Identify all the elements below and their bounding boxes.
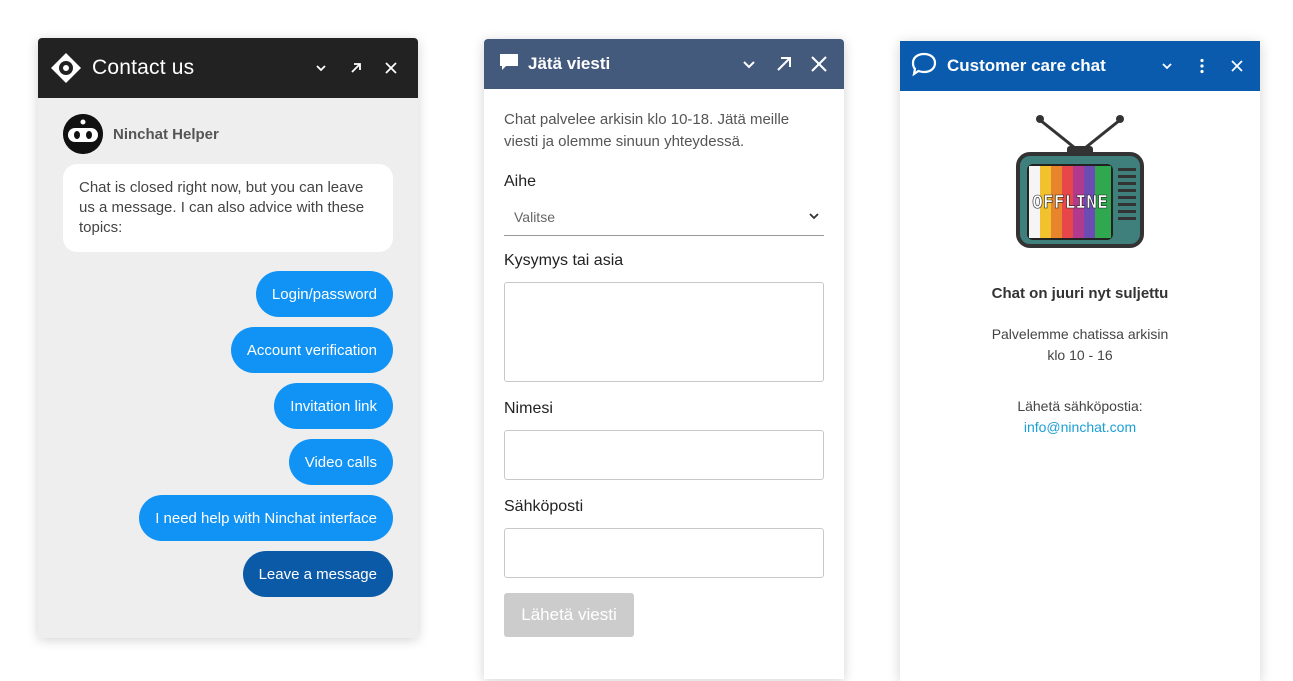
intro-text: Chat palvelee arkisin klo 10-18. Jätä me… — [504, 111, 790, 150]
topic-options: Login/password Account verification Invi… — [139, 271, 393, 607]
subject-select-value: Valitse — [514, 209, 555, 225]
question-label: Kysymys tai asia — [504, 252, 624, 269]
agent-name: Ninchat Helper — [113, 125, 219, 143]
ninchat-logo-icon — [50, 52, 82, 84]
option-account-verification-button[interactable]: Account verification — [230, 327, 393, 373]
ninja-avatar-icon — [63, 114, 103, 154]
tv-offline-label: OFFLINE — [1032, 192, 1108, 214]
svg-text:OFFLINE: OFFLINE — [1032, 192, 1108, 213]
close-icon[interactable] — [804, 49, 834, 79]
email-link[interactable]: info@ninchat.com — [900, 419, 1260, 435]
widget-title: Customer care chat — [947, 56, 1106, 75]
speech-bubble-icon — [910, 51, 938, 82]
close-icon[interactable] — [1222, 51, 1252, 81]
subject-label: Aihe — [504, 173, 537, 190]
question-textarea[interactable] — [504, 282, 824, 382]
leave-message-widget: Jätä viesti Chat palvelee arkisin klo 10… — [484, 39, 844, 679]
name-field[interactable] — [504, 430, 824, 480]
email-label: Sähköposti — [504, 498, 584, 515]
popout-arrow-icon[interactable] — [769, 49, 799, 79]
opening-hours-line2: klo 10 - 16 — [1047, 347, 1113, 363]
agent-message-bubble: Chat is closed right now, but you can le… — [63, 164, 393, 252]
option-ninchat-interface-button[interactable]: I need help with Ninchat interface — [139, 495, 393, 541]
option-login-password-button[interactable]: Login/password — [255, 271, 393, 317]
chevron-down-icon — [808, 209, 820, 225]
send-message-button[interactable]: Lähetä viesti — [504, 593, 634, 637]
minimize-chevron-icon[interactable] — [306, 53, 336, 83]
minimize-chevron-icon[interactable] — [1152, 51, 1182, 81]
widget-header: Contact us — [38, 38, 418, 98]
offline-tv-icon: OFFLINE — [1015, 114, 1145, 259]
opening-hours-line1: Palvelemme chatissa arkisin — [991, 326, 1169, 342]
contact-us-widget: Contact us Ninchat Helper Chat is closed… — [38, 38, 418, 638]
leave-a-message-button[interactable]: Leave a message — [242, 551, 393, 597]
widget-header: Customer care chat — [900, 41, 1260, 91]
email-field[interactable] — [504, 528, 824, 578]
email-prompt: Lähetä sähköpostia: — [1017, 398, 1143, 414]
agent-row: Ninchat Helper — [63, 114, 418, 154]
chat-bubble-icon — [498, 52, 520, 77]
close-icon[interactable] — [376, 53, 406, 83]
name-label: Nimesi — [504, 400, 553, 417]
widget-title: Jätä viesti — [528, 54, 611, 73]
customer-care-widget: Customer care chat OFFLINE Chat on juuri… — [900, 41, 1260, 681]
widget-title: Contact us — [92, 56, 195, 79]
popout-arrow-icon[interactable] — [341, 53, 371, 83]
widget-header: Jätä viesti — [484, 39, 844, 89]
more-vertical-icon[interactable] — [1187, 51, 1217, 81]
subject-select[interactable]: Valitse — [504, 199, 824, 236]
option-invitation-link-button[interactable]: Invitation link — [274, 383, 393, 429]
chat-closed-heading: Chat on juuri nyt suljettu — [991, 285, 1169, 302]
option-video-calls-button[interactable]: Video calls — [288, 439, 393, 485]
form-body: Chat palvelee arkisin klo 10-18. Jätä me… — [484, 89, 844, 637]
minimize-chevron-icon[interactable] — [734, 49, 764, 79]
